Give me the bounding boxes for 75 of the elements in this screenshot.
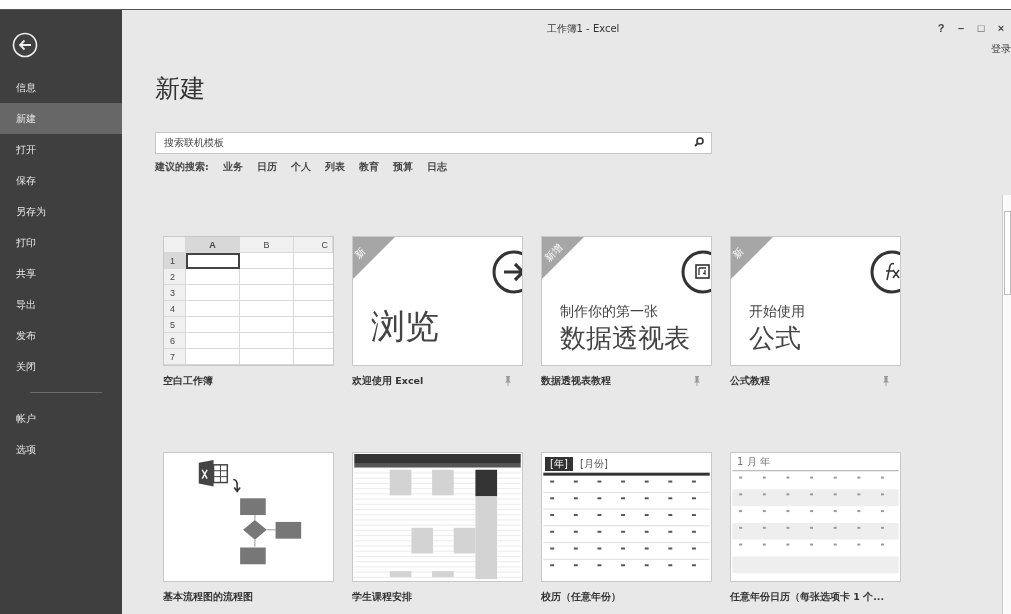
page-title: 新建 [155,74,206,104]
active-cell [186,253,240,269]
sidebar-item[interactable]: 帐户 [0,403,122,434]
sidebar-item[interactable]: 关闭 [0,351,122,382]
select-all-corner [164,237,186,253]
promo-headline: 浏览 [371,309,439,343]
template-title: 学生课程安排 [352,590,412,604]
template-thumbnail[interactable]: 1 月 年 [730,452,901,582]
row-number: 1 [164,253,186,269]
corner-ribbon [731,237,773,279]
sidebar-item[interactable]: 选项 [0,434,122,465]
sidebar-item[interactable]: 信息 [0,72,122,103]
template-title: 欢迎使用 Excel [352,374,424,388]
column-header: B [240,237,294,253]
scroll-thumb[interactable] [1004,211,1011,295]
ribbon-label: 新增 [542,241,566,265]
template-title: 基本流程图的流程图 [163,590,253,604]
pin-icon[interactable] [694,376,700,386]
suggested-search-link[interactable]: 教育 [358,161,379,174]
search-icon[interactable] [694,137,704,147]
template-title: 校历（任意年份） [541,590,621,604]
template-thumbnail[interactable]: 新 浏览 [352,236,523,366]
corner-ribbon [353,237,395,279]
template-title: 公式教程 [730,374,770,388]
promo-headline: 数据透视表 [560,325,690,351]
window-title: 工作簿1 - Excel [546,22,620,36]
row-number: 5 [164,317,186,333]
month-label: [月份] [580,457,608,471]
suggested-search-link[interactable]: 个人 [290,161,311,174]
row-number: 3 [164,285,186,301]
pin-icon[interactable] [883,376,889,386]
ribbon-label: 新 [353,244,369,262]
suggestions-label: 建议的搜索: [155,161,209,174]
close-button[interactable]: × [991,22,1011,34]
suggested-search-link[interactable]: 日志 [426,161,447,174]
promo-headline: 公式 [749,325,801,351]
ribbon-label: 新 [731,244,747,262]
sidebar-item[interactable]: 保存 [0,165,122,196]
column-header: C [294,237,333,253]
suggested-search-link[interactable]: 预算 [392,161,413,174]
template-thumbnail[interactable]: A B C 1 2 3 4 5 6 7 [163,236,334,366]
column-header: A [186,237,240,253]
suggested-search-link[interactable]: 日历 [256,161,277,174]
suggested-search-link[interactable]: 业务 [222,161,243,174]
row-number: 6 [164,333,186,349]
template-thumbnail[interactable]: 新增 制作你的第一张 数据透视表 [541,236,712,366]
sidebar-item[interactable]: 打开 [0,134,122,165]
minimize-button[interactable]: – [951,22,971,34]
scrollbar[interactable] [1002,195,1011,614]
row-number: 2 [164,269,186,285]
template-thumbnail[interactable]: [年] [月份] [541,452,712,582]
row-number: 7 [164,349,186,365]
maximize-button[interactable]: □ [971,22,991,34]
sidebar-item[interactable]: 发布 [0,320,122,351]
month-heading: 1 月 年 [737,455,770,468]
pin-icon[interactable] [505,376,511,386]
help-button[interactable]: ? [931,22,951,34]
template-title: 任意年份日历（每张选项卡 1 个... [730,590,885,604]
promo-subtitle: 开始使用 [749,303,805,321]
search-field[interactable]: 搜索联机模板 [155,131,712,154]
corner-ribbon [542,237,584,279]
year-label: [年] [545,457,573,471]
promo-subtitle: 制作你的第一张 [560,303,658,321]
sign-in-link[interactable]: 登录 [991,42,1011,56]
sidebar-item[interactable]: 共享 [0,258,122,289]
suggested-search-link[interactable]: 列表 [324,161,345,174]
template-title: 空白工作簿 [163,374,213,388]
sidebar-item[interactable]: 新建 [0,103,122,134]
sidebar-item[interactable]: 打印 [0,227,122,258]
row-number: 4 [164,301,186,317]
sidebar-item[interactable]: 导出 [0,289,122,320]
sidebar-item[interactable]: 另存为 [0,196,122,227]
template-thumbnail[interactable]: 新 开始使用 公式 [730,236,901,366]
template-title: 数据透视表教程 [541,374,611,388]
template-thumbnail[interactable] [163,452,334,582]
